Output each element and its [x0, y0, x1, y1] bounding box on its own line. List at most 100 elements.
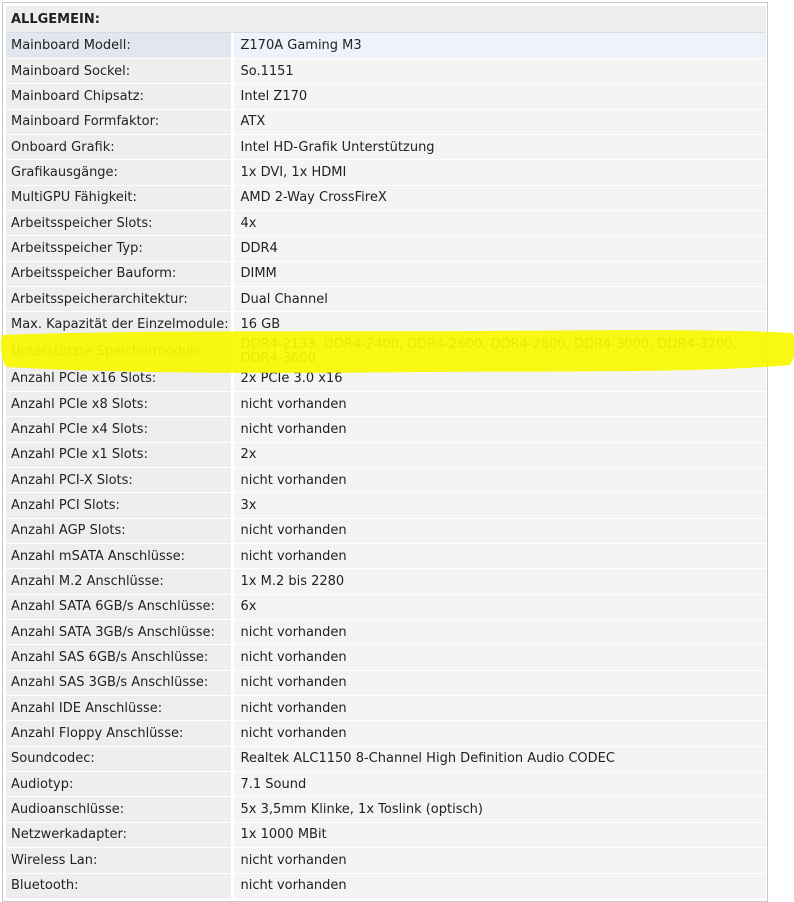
table-row: Anzahl SATA 3GB/s Anschlüsse: nicht vorh…	[6, 619, 766, 646]
table-row-highlighted: Unterstützte Speichermodule: DDR4-2133, …	[6, 337, 766, 367]
row-value: 1x 1000 MBit	[232, 822, 766, 849]
row-label: Arbeitsspeicherarchitektur:	[6, 286, 234, 313]
row-label: Unterstützte Speichermodule:	[6, 337, 234, 367]
row-value: nicht vorhanden	[232, 720, 766, 747]
table-row: Wireless Lan: nicht vorhanden	[6, 847, 766, 874]
row-value: 4x	[232, 210, 766, 237]
table-row: Audiotyp: 7.1 Sound	[6, 771, 766, 798]
table-row: Max. Kapazität der Einzelmodule: 16 GB	[6, 311, 766, 338]
spec-panel-inner: ALLGEMEIN: Mainboard Modell: Z170A Gamin…	[6, 6, 766, 899]
row-value: Dual Channel	[232, 286, 766, 313]
table-row: Anzahl PCI Slots: 3x	[6, 492, 766, 519]
row-label: Anzahl SATA 6GB/s Anschlüsse:	[6, 594, 234, 621]
row-label: Mainboard Modell:	[6, 33, 234, 59]
table-row: Mainboard Formfaktor: ATX	[6, 109, 766, 135]
row-label: Anzahl PCI-X Slots:	[6, 467, 234, 494]
row-value: nicht vorhanden	[232, 670, 766, 697]
row-value: nicht vorhanden	[232, 873, 766, 899]
row-label: Wireless Lan:	[6, 847, 234, 874]
row-label: Anzahl M.2 Anschlüsse:	[6, 568, 234, 595]
row-value: nicht vorhanden	[232, 695, 766, 722]
row-value: 1x DVI, 1x HDMI	[232, 159, 766, 186]
row-value: 6x	[232, 594, 766, 621]
row-label: Anzahl PCIe x16 Slots:	[6, 366, 234, 392]
row-label: Max. Kapazität der Einzelmodule:	[6, 311, 234, 338]
spec-table-body: Mainboard Modell: Z170A Gaming M3 Mainbo…	[6, 33, 766, 899]
table-row: Bluetooth: nicht vorhanden	[6, 873, 766, 899]
spec-panel: ALLGEMEIN: Mainboard Modell: Z170A Gamin…	[2, 2, 768, 902]
row-label: Anzahl PCIe x4 Slots:	[6, 416, 234, 443]
row-label: Mainboard Sockel:	[6, 58, 234, 85]
row-value: Realtek ALC1150 8-Channel High Definitio…	[232, 746, 766, 773]
row-value: nicht vorhanden	[232, 847, 766, 874]
row-label: Arbeitsspeicher Slots:	[6, 210, 234, 237]
table-row: Anzahl IDE Anschlüsse: nicht vorhanden	[6, 695, 766, 722]
row-label: Bluetooth:	[6, 873, 234, 899]
row-value: DDR4-2133, DDR4-2400, DDR4-2600, DDR4-28…	[232, 337, 766, 367]
table-row: Anzahl PCIe x8 Slots: nicht vorhanden	[6, 391, 766, 418]
row-value: 2x PCIe 3.0 x16	[232, 366, 766, 392]
row-value: So.1151	[232, 58, 766, 85]
row-value: 5x 3,5mm Klinke, 1x Toslink (optisch)	[232, 796, 766, 823]
row-label: Anzahl AGP Slots:	[6, 518, 234, 545]
row-value: Intel HD-Grafik Unterstützung	[232, 134, 766, 161]
table-row: Anzahl SAS 6GB/s Anschlüsse: nicht vorha…	[6, 644, 766, 671]
row-label: Soundcodec:	[6, 746, 234, 773]
row-label: Anzahl SAS 3GB/s Anschlüsse:	[6, 670, 234, 697]
table-row: Mainboard Chipsatz: Intel Z170	[6, 83, 766, 110]
table-row: Anzahl SAS 3GB/s Anschlüsse: nicht vorha…	[6, 670, 766, 697]
table-row: Arbeitsspeicher Slots: 4x	[6, 210, 766, 237]
row-label: Anzahl mSATA Anschlüsse:	[6, 543, 234, 570]
row-value: nicht vorhanden	[232, 543, 766, 570]
row-label: Audioanschlüsse:	[6, 796, 234, 823]
row-value: nicht vorhanden	[232, 518, 766, 545]
table-row: Anzahl PCI-X Slots: nicht vorhanden	[6, 467, 766, 494]
table-row: Mainboard Sockel: So.1151	[6, 58, 766, 85]
table-row: Audioanschlüsse: 5x 3,5mm Klinke, 1x Tos…	[6, 796, 766, 823]
row-label: Mainboard Formfaktor:	[6, 109, 234, 135]
row-value: AMD 2-Way CrossFireX	[232, 185, 766, 211]
row-value: ATX	[232, 109, 766, 135]
table-row: Arbeitsspeicher Typ: DDR4	[6, 235, 766, 262]
row-value: 1x M.2 bis 2280	[232, 568, 766, 595]
row-value: 2x	[232, 442, 766, 469]
row-value: 3x	[232, 492, 766, 519]
section-header: ALLGEMEIN:	[6, 6, 766, 33]
row-label: Anzahl Floppy Anschlüsse:	[6, 720, 234, 747]
row-value: Z170A Gaming M3	[232, 33, 766, 59]
row-value: DIMM	[232, 261, 766, 287]
spec-table: Mainboard Modell: Z170A Gaming M3 Mainbo…	[6, 33, 766, 899]
table-row: MultiGPU Fähigkeit: AMD 2-Way CrossFireX	[6, 185, 766, 211]
row-value: nicht vorhanden	[232, 467, 766, 494]
table-row: Anzahl Floppy Anschlüsse: nicht vorhande…	[6, 720, 766, 747]
table-row: Arbeitsspeicherarchitektur: Dual Channel	[6, 286, 766, 313]
row-value: Intel Z170	[232, 83, 766, 110]
row-label: Anzahl SATA 3GB/s Anschlüsse:	[6, 619, 234, 646]
row-value: nicht vorhanden	[232, 391, 766, 418]
row-value: 7.1 Sound	[232, 771, 766, 798]
table-row: Anzahl M.2 Anschlüsse: 1x M.2 bis 2280	[6, 568, 766, 595]
table-row: Anzahl SATA 6GB/s Anschlüsse: 6x	[6, 594, 766, 621]
row-value: 16 GB	[232, 311, 766, 338]
table-row: Soundcodec: Realtek ALC1150 8-Channel Hi…	[6, 746, 766, 773]
row-label: Anzahl IDE Anschlüsse:	[6, 695, 234, 722]
table-row: Anzahl AGP Slots: nicht vorhanden	[6, 518, 766, 545]
table-row: Mainboard Modell: Z170A Gaming M3	[6, 33, 766, 59]
row-label: Arbeitsspeicher Bauform:	[6, 261, 234, 287]
row-label: Netzwerkadapter:	[6, 822, 234, 849]
row-value: nicht vorhanden	[232, 644, 766, 671]
row-label: Onboard Grafik:	[6, 134, 234, 161]
row-label: Audiotyp:	[6, 771, 234, 798]
row-label: Anzahl SAS 6GB/s Anschlüsse:	[6, 644, 234, 671]
table-row: Anzahl PCIe x16 Slots: 2x PCIe 3.0 x16	[6, 366, 766, 392]
row-label: Mainboard Chipsatz:	[6, 83, 234, 110]
table-row: Arbeitsspeicher Bauform: DIMM	[6, 261, 766, 287]
table-row: Grafikausgänge: 1x DVI, 1x HDMI	[6, 159, 766, 186]
row-value: nicht vorhanden	[232, 619, 766, 646]
row-label: MultiGPU Fähigkeit:	[6, 185, 234, 211]
row-label: Anzahl PCIe x1 Slots:	[6, 442, 234, 469]
row-value: DDR4	[232, 235, 766, 262]
table-row: Anzahl mSATA Anschlüsse: nicht vorhanden	[6, 543, 766, 570]
row-label: Anzahl PCIe x8 Slots:	[6, 391, 234, 418]
row-label: Arbeitsspeicher Typ:	[6, 235, 234, 262]
